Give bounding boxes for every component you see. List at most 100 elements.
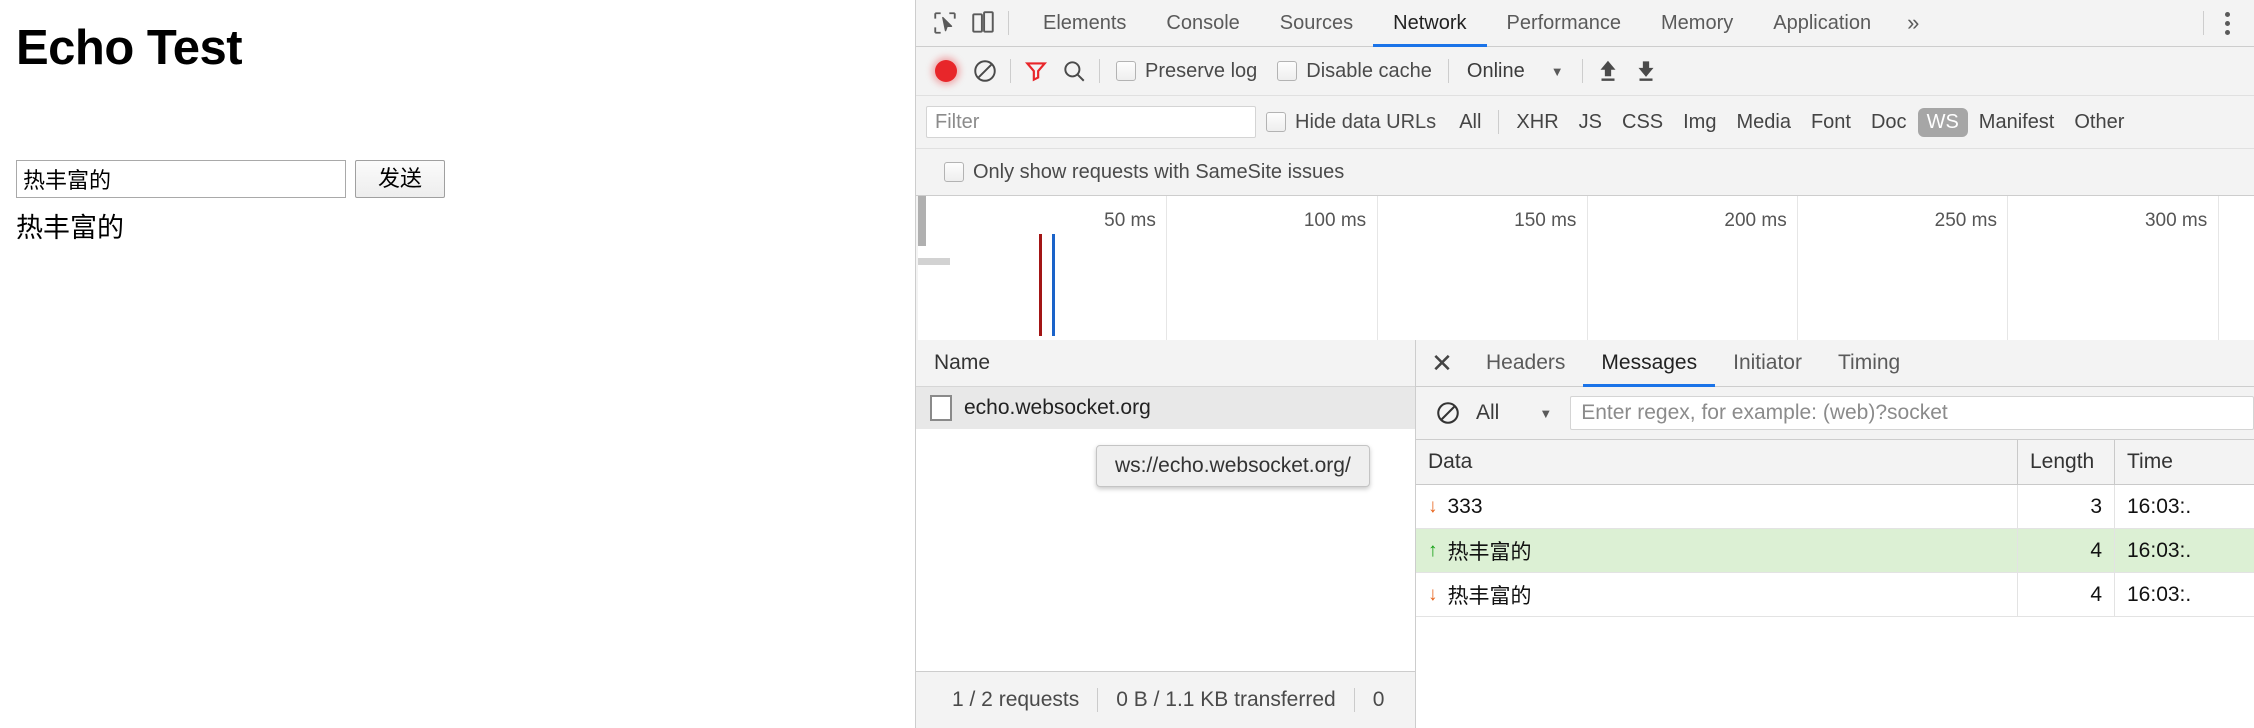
overview-grid: 50 ms 100 ms 150 ms 200 ms 250 ms 300 ms <box>956 196 2254 342</box>
tab-application[interactable]: Application <box>1753 0 1891 46</box>
message-row[interactable]: ↓ 333 3 16:03:. <box>1416 485 2254 529</box>
message-length-cell: 4 <box>2017 573 2114 616</box>
message-time-cell: 16:03:. <box>2114 529 2254 572</box>
disable-cache-box[interactable] <box>1277 61 1298 81</box>
details-tabstrip: ✕ Headers Messages Initiator Timing <box>1416 340 2254 387</box>
column-header-name: Name <box>934 351 991 374</box>
resource-type-filters: All XHR JS CSS Img Media Font Doc WS Man… <box>1450 107 2133 137</box>
devtools-tabs: Elements Console Sources Network Perform… <box>1023 0 1935 47</box>
throttling-select[interactable]: Online ▼ <box>1455 60 1576 83</box>
devtools-tabstrip: Elements Console Sources Network Perform… <box>916 0 2254 47</box>
disable-cache-label: Disable cache <box>1306 59 1432 82</box>
arrow-up-icon: ↑ <box>1428 540 1438 561</box>
overview-tick-250: 250 ms <box>1934 210 1997 231</box>
column-header-length[interactable]: Length <box>2017 440 2114 484</box>
tab-performance[interactable]: Performance <box>1487 0 1642 46</box>
overview-tick-200: 200 ms <box>1724 210 1787 231</box>
type-filter-font[interactable]: Font <box>1802 108 1860 137</box>
record-icon[interactable] <box>926 51 966 91</box>
network-overview-timeline[interactable]: 50 ms 100 ms 150 ms 200 ms 250 ms 300 ms <box>918 196 2254 343</box>
column-header-data[interactable]: Data <box>1416 440 2017 484</box>
samesite-filter-row: Only show requests with SameSite issues <box>916 149 2254 196</box>
type-filter-ws[interactable]: WS <box>1917 107 1968 137</box>
tab-network[interactable]: Network <box>1373 0 1487 47</box>
network-status-bar: 1 / 2 requests 0 B / 1.1 KB transferred … <box>916 671 1415 728</box>
import-har-icon[interactable] <box>1589 52 1627 90</box>
samesite-checkbox[interactable]: Only show requests with SameSite issues <box>944 161 1344 184</box>
send-button[interactable]: 发送 <box>355 160 445 198</box>
hide-data-urls-box[interactable] <box>1266 112 1286 132</box>
tab-memory[interactable]: Memory <box>1641 0 1753 46</box>
type-filter-xhr[interactable]: XHR <box>1507 108 1567 137</box>
netbar-divider-2 <box>1099 59 1100 83</box>
messages-filter-bar: All ▼ <box>1416 387 2254 440</box>
column-header-time[interactable]: Time <box>2114 440 2254 484</box>
message-length-cell: 3 <box>2017 485 2114 528</box>
request-list-body: echo.websocket.org ws://echo.websocket.o… <box>916 387 1415 671</box>
details-tab-messages[interactable]: Messages <box>1583 340 1715 387</box>
message-type-select[interactable]: All ▼ <box>1468 401 1560 425</box>
request-details-panel: ✕ Headers Messages Initiator Timing All … <box>1416 340 2254 728</box>
preserve-log-box[interactable] <box>1116 61 1136 81</box>
request-list-header[interactable]: Name <box>916 340 1415 387</box>
overview-tick-150: 150 ms <box>1514 210 1577 231</box>
hide-data-urls-label: Hide data URLs <box>1295 110 1437 133</box>
more-tabs-icon[interactable]: » <box>1891 0 1935 46</box>
message-data-cell: ↓ 333 <box>1416 485 2017 528</box>
message-regex-input[interactable] <box>1570 396 2254 430</box>
export-har-icon[interactable] <box>1627 52 1665 90</box>
type-filter-other[interactable]: Other <box>2065 108 2133 137</box>
clear-messages-icon[interactable] <box>1428 400 1468 426</box>
type-filter-all[interactable]: All <box>1450 108 1490 137</box>
filter-input[interactable] <box>926 106 1256 138</box>
message-length-cell: 4 <box>2017 529 2114 572</box>
web-page-content: Echo Test 发送 热丰富的 <box>0 0 915 728</box>
disable-cache-checkbox[interactable]: Disable cache <box>1277 60 1432 83</box>
type-filter-img[interactable]: Img <box>1674 108 1725 137</box>
message-data-text: 333 <box>1447 494 1483 518</box>
echo-output-text: 热丰富的 <box>16 213 124 243</box>
details-tab-headers[interactable]: Headers <box>1468 340 1583 386</box>
details-tab-timing[interactable]: Timing <box>1820 340 1918 386</box>
message-data-text: 热丰富的 <box>1447 540 1532 564</box>
filter-funnel-icon[interactable] <box>1017 52 1055 90</box>
websocket-resource-icon <box>930 395 952 421</box>
overview-tick-50: 50 ms <box>1104 210 1156 231</box>
overview-left-tick <box>918 258 950 265</box>
arrow-down-icon: ↓ <box>1428 584 1438 605</box>
tab-elements[interactable]: Elements <box>1023 0 1146 46</box>
type-filter-css[interactable]: CSS <box>1613 108 1672 137</box>
message-time-cell: 16:03:. <box>2114 485 2254 528</box>
devtools-tool-icons <box>916 0 1023 46</box>
tab-console[interactable]: Console <box>1146 0 1259 46</box>
request-name-label: echo.websocket.org <box>964 396 1151 419</box>
samesite-box[interactable] <box>944 162 964 182</box>
throttling-value: Online <box>1466 59 1525 82</box>
message-data-cell: ↑ 热丰富的 <box>1416 529 2017 572</box>
tabstrip-right-group <box>2197 6 2254 40</box>
tab-sources[interactable]: Sources <box>1260 0 1373 46</box>
request-row-echo-websocket[interactable]: echo.websocket.org <box>916 387 1415 429</box>
device-toolbar-icon[interactable] <box>964 4 1002 42</box>
hide-data-urls-checkbox[interactable]: Hide data URLs <box>1266 111 1436 134</box>
overview-left-handle[interactable] <box>918 196 926 246</box>
type-filter-manifest[interactable]: Manifest <box>1970 108 2064 137</box>
clear-icon[interactable] <box>966 52 1004 90</box>
message-row[interactable]: ↓ 热丰富的 4 16:03:. <box>1416 573 2254 617</box>
message-row[interactable]: ↑ 热丰富的 4 16:03:. <box>1416 529 2254 573</box>
echo-message-input[interactable] <box>16 160 346 198</box>
status-transferred: 0 B / 1.1 KB transferred <box>1116 688 1336 711</box>
type-filter-media[interactable]: Media <box>1727 108 1799 137</box>
devtools-panel: Elements Console Sources Network Perform… <box>915 0 2254 728</box>
inspect-cursor-icon[interactable] <box>926 4 964 42</box>
message-data-cell: ↓ 热丰富的 <box>1416 573 2017 616</box>
type-filter-js[interactable]: JS <box>1570 108 1611 137</box>
preserve-log-checkbox[interactable]: Preserve log <box>1116 60 1257 83</box>
close-icon[interactable]: ✕ <box>1416 340 1468 386</box>
type-filter-doc[interactable]: Doc <box>1862 108 1916 137</box>
details-tab-initiator[interactable]: Initiator <box>1715 340 1820 386</box>
arrow-down-icon: ↓ <box>1428 496 1438 517</box>
status-requests: 1 / 2 requests <box>952 688 1080 711</box>
search-icon[interactable] <box>1055 52 1093 90</box>
more-options-icon[interactable] <box>2210 6 2244 40</box>
